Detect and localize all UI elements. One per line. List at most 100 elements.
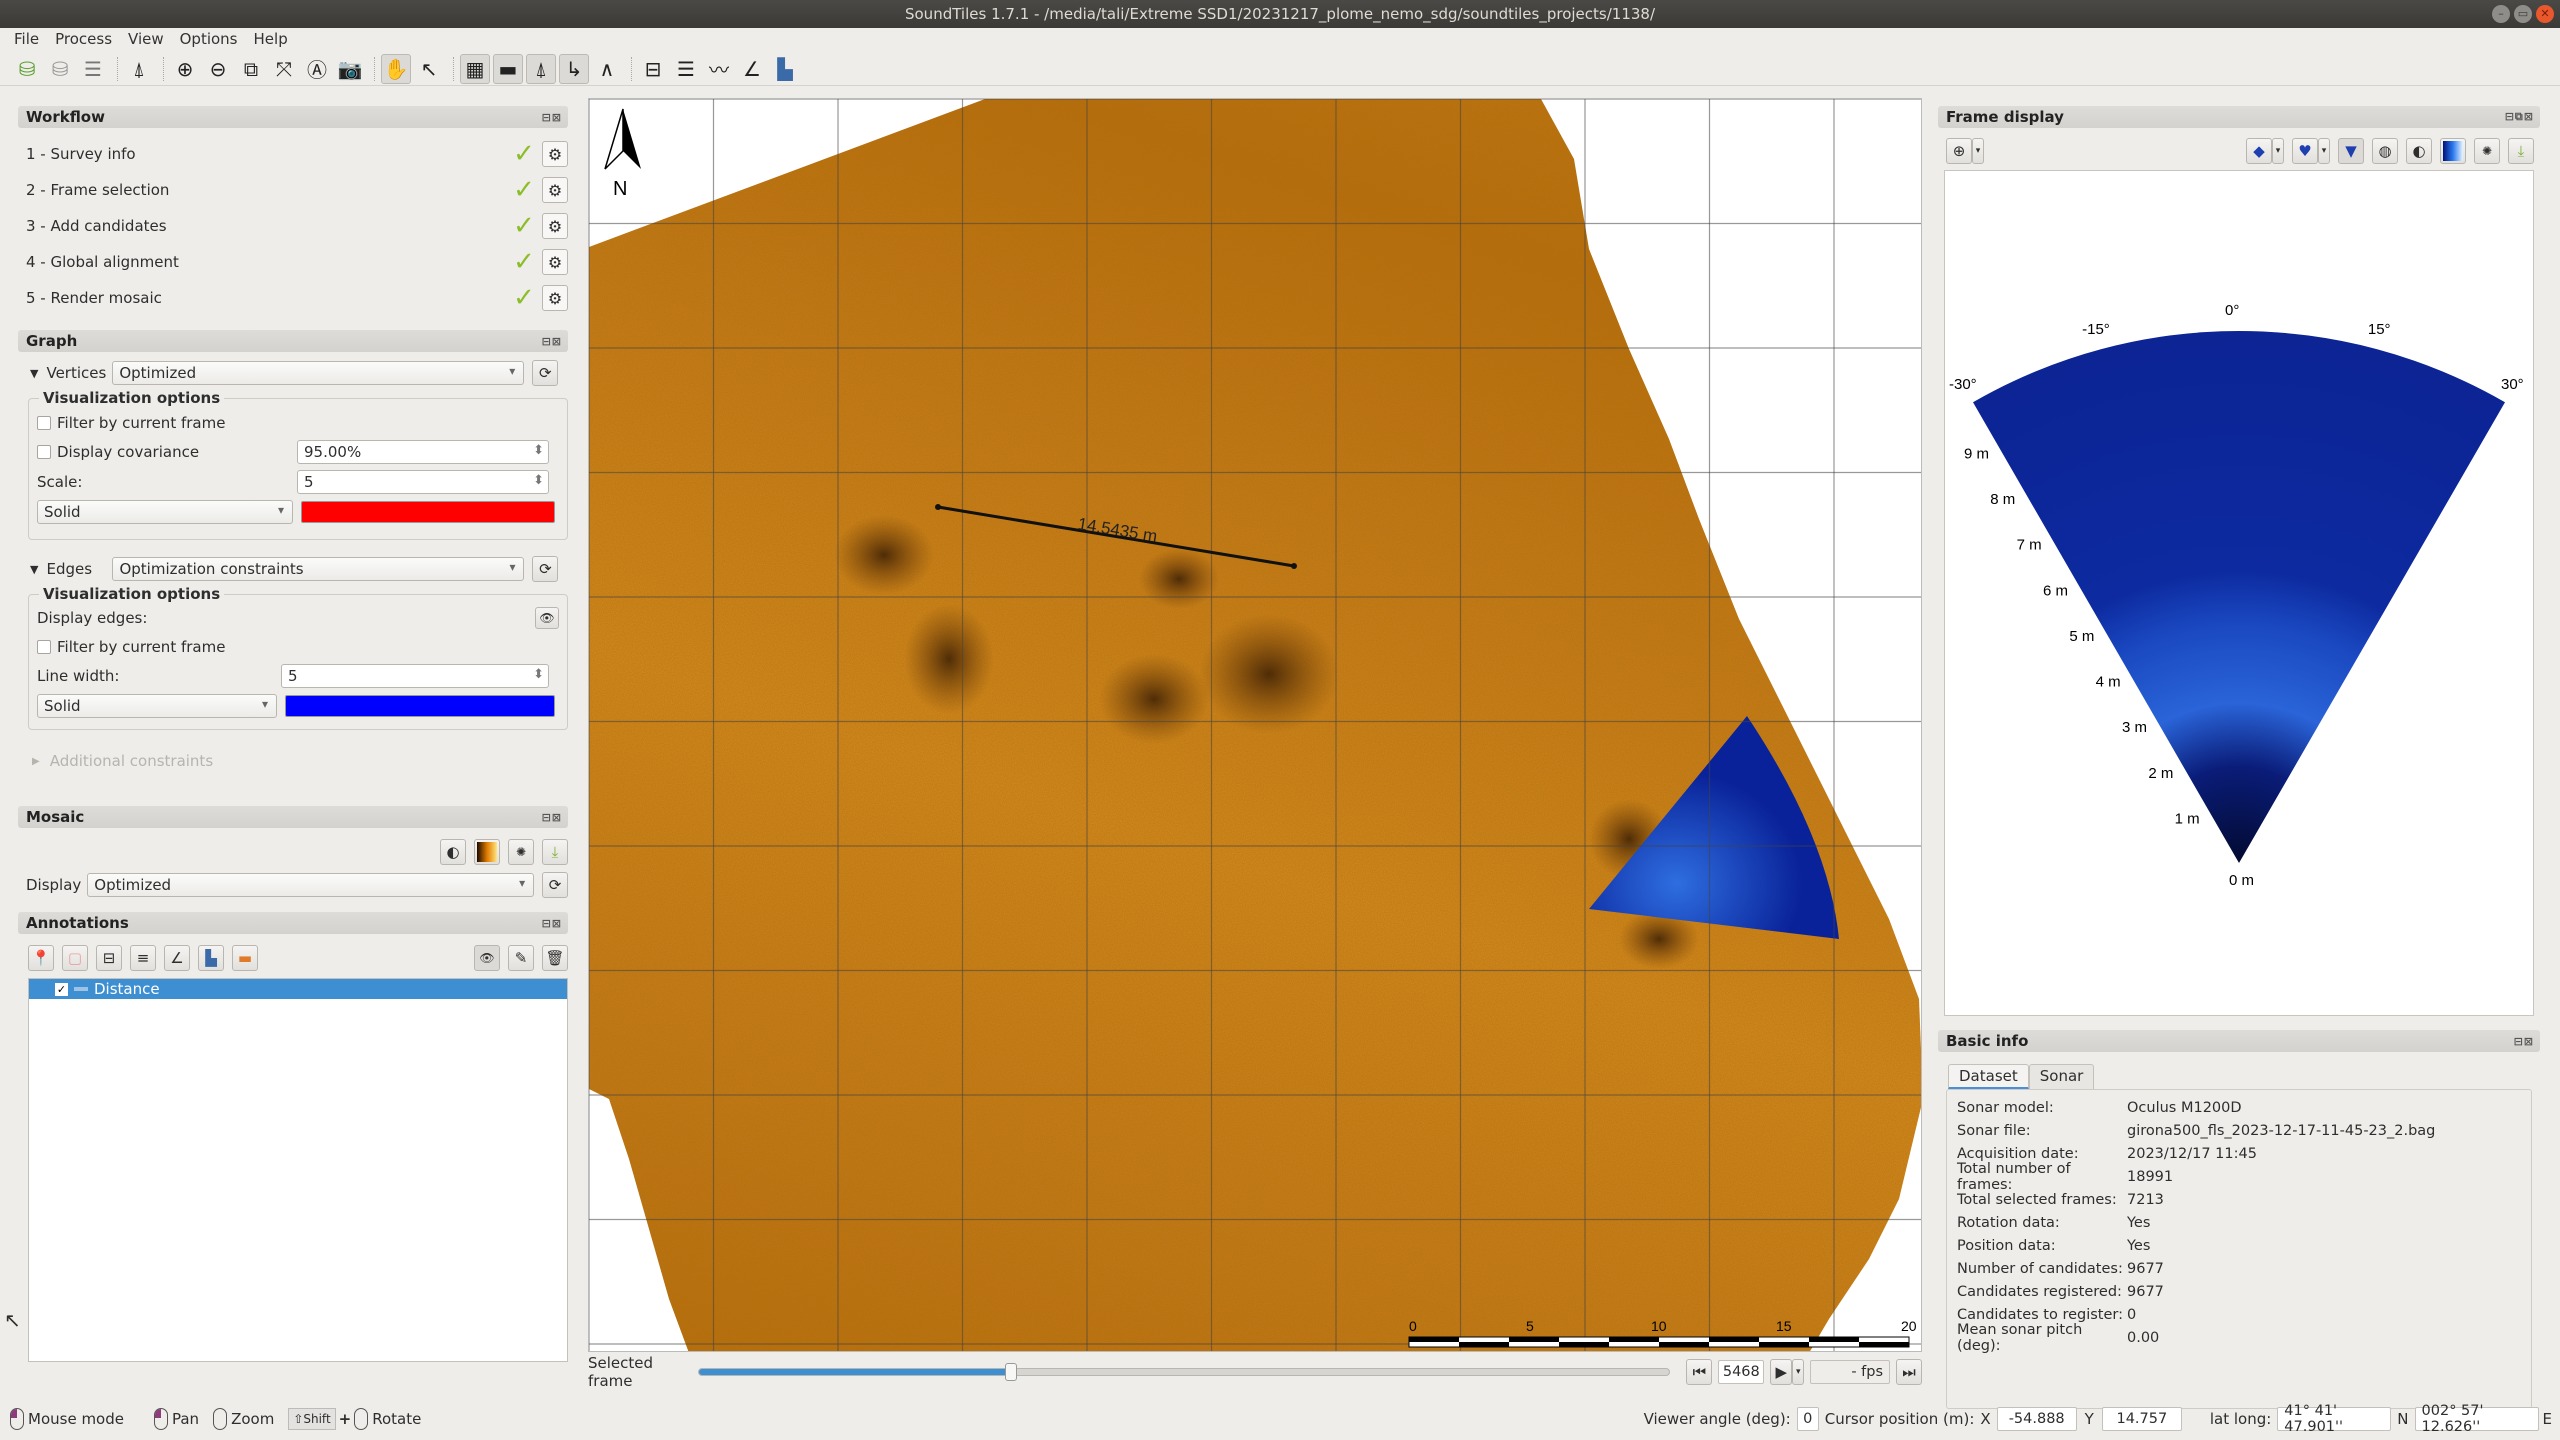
- dock-buttons[interactable]: ⊟⊠: [542, 811, 568, 824]
- mosaic-canvas[interactable]: N 14.5435 m 0 5 10 15 20: [589, 99, 1922, 1352]
- frame-export-button[interactable]: ⤓: [2508, 138, 2534, 164]
- list-item[interactable]: ✓ Distance: [29, 979, 567, 999]
- sonar-head-button[interactable]: ◆: [2246, 138, 2272, 164]
- gear-icon[interactable]: ⚙: [542, 249, 568, 275]
- open-annotations-button[interactable]: ▬: [232, 945, 258, 971]
- edge-color-button[interactable]: [285, 695, 555, 717]
- add-distance-button[interactable]: ⊟: [96, 945, 122, 971]
- viewer-angle-field[interactable]: 0: [1796, 1407, 1819, 1431]
- sonar-beam-button[interactable]: ♥: [2292, 138, 2318, 164]
- open-dataset-icon[interactable]: ⛁: [45, 54, 75, 84]
- mosaic-display-select[interactable]: Optimized: [87, 873, 535, 897]
- last-frame-button[interactable]: ⏭: [1896, 1359, 1922, 1385]
- dock-buttons[interactable]: ⊟⧉⊠: [2505, 110, 2540, 124]
- north-only-icon[interactable]: ∧: [592, 54, 622, 84]
- north-indicator-icon[interactable]: ⍋: [526, 53, 556, 84]
- frame-number-field[interactable]: 5468: [1718, 1360, 1765, 1384]
- sonar-fan-canvas[interactable]: -30° -15° 0° 15° 30° 0 m 1 m 2 m 3 m 4 m 5 m 6 m 7 m…: [1945, 171, 2535, 1017]
- menu-options[interactable]: Options: [172, 28, 246, 50]
- add-marker-button[interactable]: 📍: [28, 945, 54, 971]
- add-angle-button[interactable]: ∠: [164, 945, 190, 971]
- maximize-button[interactable]: ▭: [2514, 5, 2532, 23]
- new-dataset-icon[interactable]: ⛁: [12, 54, 42, 84]
- export-button[interactable]: ⤓: [542, 839, 568, 865]
- display-edges-toggle[interactable]: 👁: [535, 607, 559, 629]
- colormap-button[interactable]: [474, 839, 500, 865]
- frame-slider[interactable]: [697, 1363, 1671, 1381]
- menu-file[interactable]: File: [6, 28, 47, 50]
- covariance-spinbox[interactable]: 95.00%: [297, 440, 549, 464]
- dataset-list-icon[interactable]: ☰: [78, 54, 108, 84]
- gear-icon[interactable]: ⚙: [542, 285, 568, 311]
- refresh-edges-button[interactable]: ⟳: [532, 556, 559, 582]
- frame-slider-handle[interactable]: [1005, 1363, 1018, 1381]
- play-options-button[interactable]: ▾: [1792, 1359, 1805, 1385]
- zoom-selection-icon[interactable]: ⧉: [236, 54, 266, 84]
- mosaic-viewer[interactable]: N 14.5435 m 0 5 10 15 20: [588, 98, 1922, 1352]
- play-button[interactable]: ▶: [1770, 1359, 1793, 1385]
- sonar-beam-options[interactable]: ▾: [2318, 138, 2330, 164]
- line-width-spinbox[interactable]: 5: [281, 664, 549, 688]
- minimize-button[interactable]: –: [2492, 5, 2510, 23]
- close-button[interactable]: ✕: [2536, 5, 2554, 23]
- gear-icon[interactable]: ⚙: [542, 213, 568, 239]
- menu-help[interactable]: Help: [246, 28, 296, 50]
- settings-button[interactable]: ✺: [508, 839, 534, 865]
- vertex-style-select[interactable]: Solid: [37, 500, 293, 524]
- angle-measure-icon[interactable]: ∠: [737, 54, 767, 84]
- filter-edges-checkbox[interactable]: [37, 640, 51, 654]
- first-frame-button[interactable]: ⏮: [1686, 1359, 1713, 1385]
- scale-bar-icon[interactable]: ▬: [493, 53, 523, 84]
- vertices-select[interactable]: Optimized: [112, 361, 525, 385]
- frame-settings-button[interactable]: ✺: [2474, 138, 2500, 164]
- profile-measure-icon[interactable]: 〰: [704, 54, 734, 84]
- delete-annotation-button[interactable]: 🗑: [542, 945, 568, 971]
- mask-button[interactable]: ◍: [2372, 138, 2398, 164]
- edit-annotation-button[interactable]: ✎: [508, 945, 534, 971]
- filter-vertices-checkbox[interactable]: [37, 416, 51, 430]
- frame-zoom-options[interactable]: ▾: [1972, 138, 1984, 164]
- gear-icon[interactable]: ⚙: [542, 141, 568, 167]
- gear-icon[interactable]: ⚙: [542, 177, 568, 203]
- edges-select[interactable]: Optimization constraints: [112, 557, 525, 581]
- distance-measure-icon[interactable]: ⊟: [638, 54, 668, 84]
- menu-process[interactable]: Process: [47, 28, 120, 50]
- dock-buttons[interactable]: ⊟⊠: [2514, 1035, 2540, 1048]
- height-measure-icon[interactable]: ▙: [770, 54, 800, 84]
- add-rectangle-button[interactable]: ▢: [62, 945, 88, 971]
- vertex-color-button[interactable]: [301, 501, 555, 523]
- menu-view[interactable]: View: [120, 28, 172, 50]
- add-profile-button[interactable]: ≡: [130, 945, 156, 971]
- tab-sonar[interactable]: Sonar: [2028, 1064, 2095, 1089]
- refresh-mosaic-button[interactable]: ⟳: [542, 872, 568, 898]
- edge-style-select[interactable]: Solid: [37, 694, 277, 718]
- sonar-head-options[interactable]: ▾: [2272, 138, 2284, 164]
- additional-constraints-label[interactable]: Additional constraints: [50, 752, 213, 770]
- refresh-vertices-button[interactable]: ⟳: [532, 360, 559, 386]
- pan-mode-icon[interactable]: ✋: [381, 53, 411, 84]
- fan-view-button[interactable]: ▼: [2338, 138, 2364, 164]
- area-measure-icon[interactable]: ☰: [671, 54, 701, 84]
- toggle-visibility-button[interactable]: 👁: [474, 945, 500, 971]
- scale-spinbox[interactable]: 5: [297, 470, 549, 494]
- zoom-in-icon[interactable]: ⊕: [170, 54, 200, 84]
- frame-contrast-button[interactable]: ◐: [2406, 138, 2432, 164]
- frame-zoom-button[interactable]: ⊕: [1946, 138, 1972, 164]
- tab-dataset[interactable]: Dataset: [1948, 1064, 2029, 1089]
- collapse-arrow-icon[interactable]: ▼: [30, 367, 38, 380]
- collapse-arrow-icon[interactable]: ▼: [30, 563, 38, 576]
- north-arrow-tool-icon[interactable]: ⍋: [124, 54, 154, 84]
- frame-colormap-button[interactable]: [2440, 138, 2466, 164]
- axes-indicator-icon[interactable]: ↳: [559, 53, 589, 84]
- annotation-checkbox[interactable]: ✓: [55, 982, 68, 996]
- fit-view-icon[interactable]: ⤧: [269, 54, 299, 84]
- screenshot-icon[interactable]: 📷: [335, 54, 365, 84]
- select-mode-icon[interactable]: ↖: [414, 54, 444, 84]
- sonar-frame-view[interactable]: -30° -15° 0° 15° 30° 0 m 1 m 2 m 3 m 4 m 5 m 6 m 7 m…: [1944, 170, 2534, 1016]
- dock-buttons[interactable]: ⊟⊠: [542, 917, 568, 930]
- dock-buttons[interactable]: ⊟⊠: [542, 111, 568, 124]
- grid-icon[interactable]: ▦: [460, 53, 490, 84]
- expand-arrow-icon[interactable]: ▶: [32, 756, 40, 767]
- display-covariance-checkbox[interactable]: [37, 445, 51, 459]
- zoom-reset-icon[interactable]: Ⓐ: [302, 54, 332, 84]
